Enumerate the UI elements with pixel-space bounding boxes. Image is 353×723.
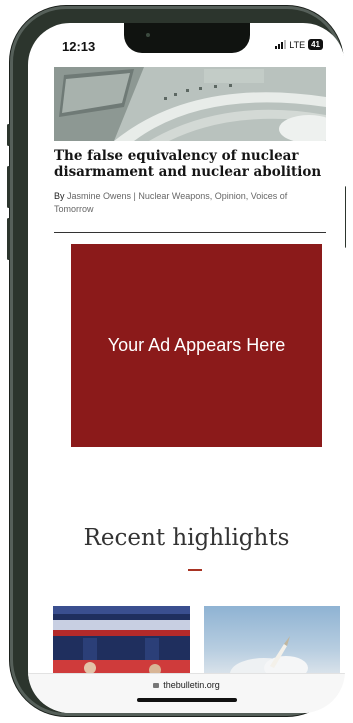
url-text: thebulletin.org	[163, 680, 220, 690]
battery-icon: 41	[308, 39, 323, 50]
volume-down-button	[7, 218, 10, 260]
missile-launch-graphic	[230, 636, 308, 678]
ad-text: Your Ad Appears Here	[107, 335, 286, 355]
volume-up-button	[7, 166, 10, 208]
article-byline: By Jasmine Owens | Nuclear Weapons, Opin…	[54, 190, 324, 216]
status-time: 12:13	[62, 39, 96, 54]
byline-text[interactable]: Jasmine Owens | Nuclear Weapons, Opinion…	[54, 191, 287, 214]
aerial-photo-graphic	[54, 67, 326, 141]
lock-icon	[153, 683, 160, 688]
highlight-thumbnail-debate[interactable]	[53, 606, 190, 678]
phone-frame: 12:13 LTE 41 The false equivalency of nu…	[7, 6, 346, 716]
section-divider	[54, 232, 326, 233]
highlight-thumbnail-missile[interactable]	[204, 606, 340, 678]
recent-highlights-heading: Recent highlights	[83, 525, 290, 551]
signal-icon	[275, 40, 287, 49]
byline-prefix: By	[54, 191, 65, 201]
heading-accent-rule	[188, 569, 202, 571]
screen: 12:13 LTE 41 The false equivalency of nu…	[28, 23, 345, 713]
network-type: LTE	[289, 39, 306, 50]
article-title[interactable]: The false equivalency of nuclear disarma…	[54, 148, 324, 180]
url-display[interactable]: thebulletin.org	[28, 680, 345, 690]
browser-address-bar[interactable]: thebulletin.org	[28, 673, 345, 713]
notch	[124, 23, 250, 53]
ad-banner[interactable]: Your Ad Appears Here	[71, 244, 322, 447]
status-indicators: LTE 41	[275, 39, 323, 50]
debate-stage-graphic	[53, 606, 190, 678]
camera-icon	[146, 33, 150, 37]
side-button	[7, 124, 10, 146]
article-hero-image[interactable]	[54, 67, 326, 141]
home-indicator[interactable]	[137, 698, 237, 702]
